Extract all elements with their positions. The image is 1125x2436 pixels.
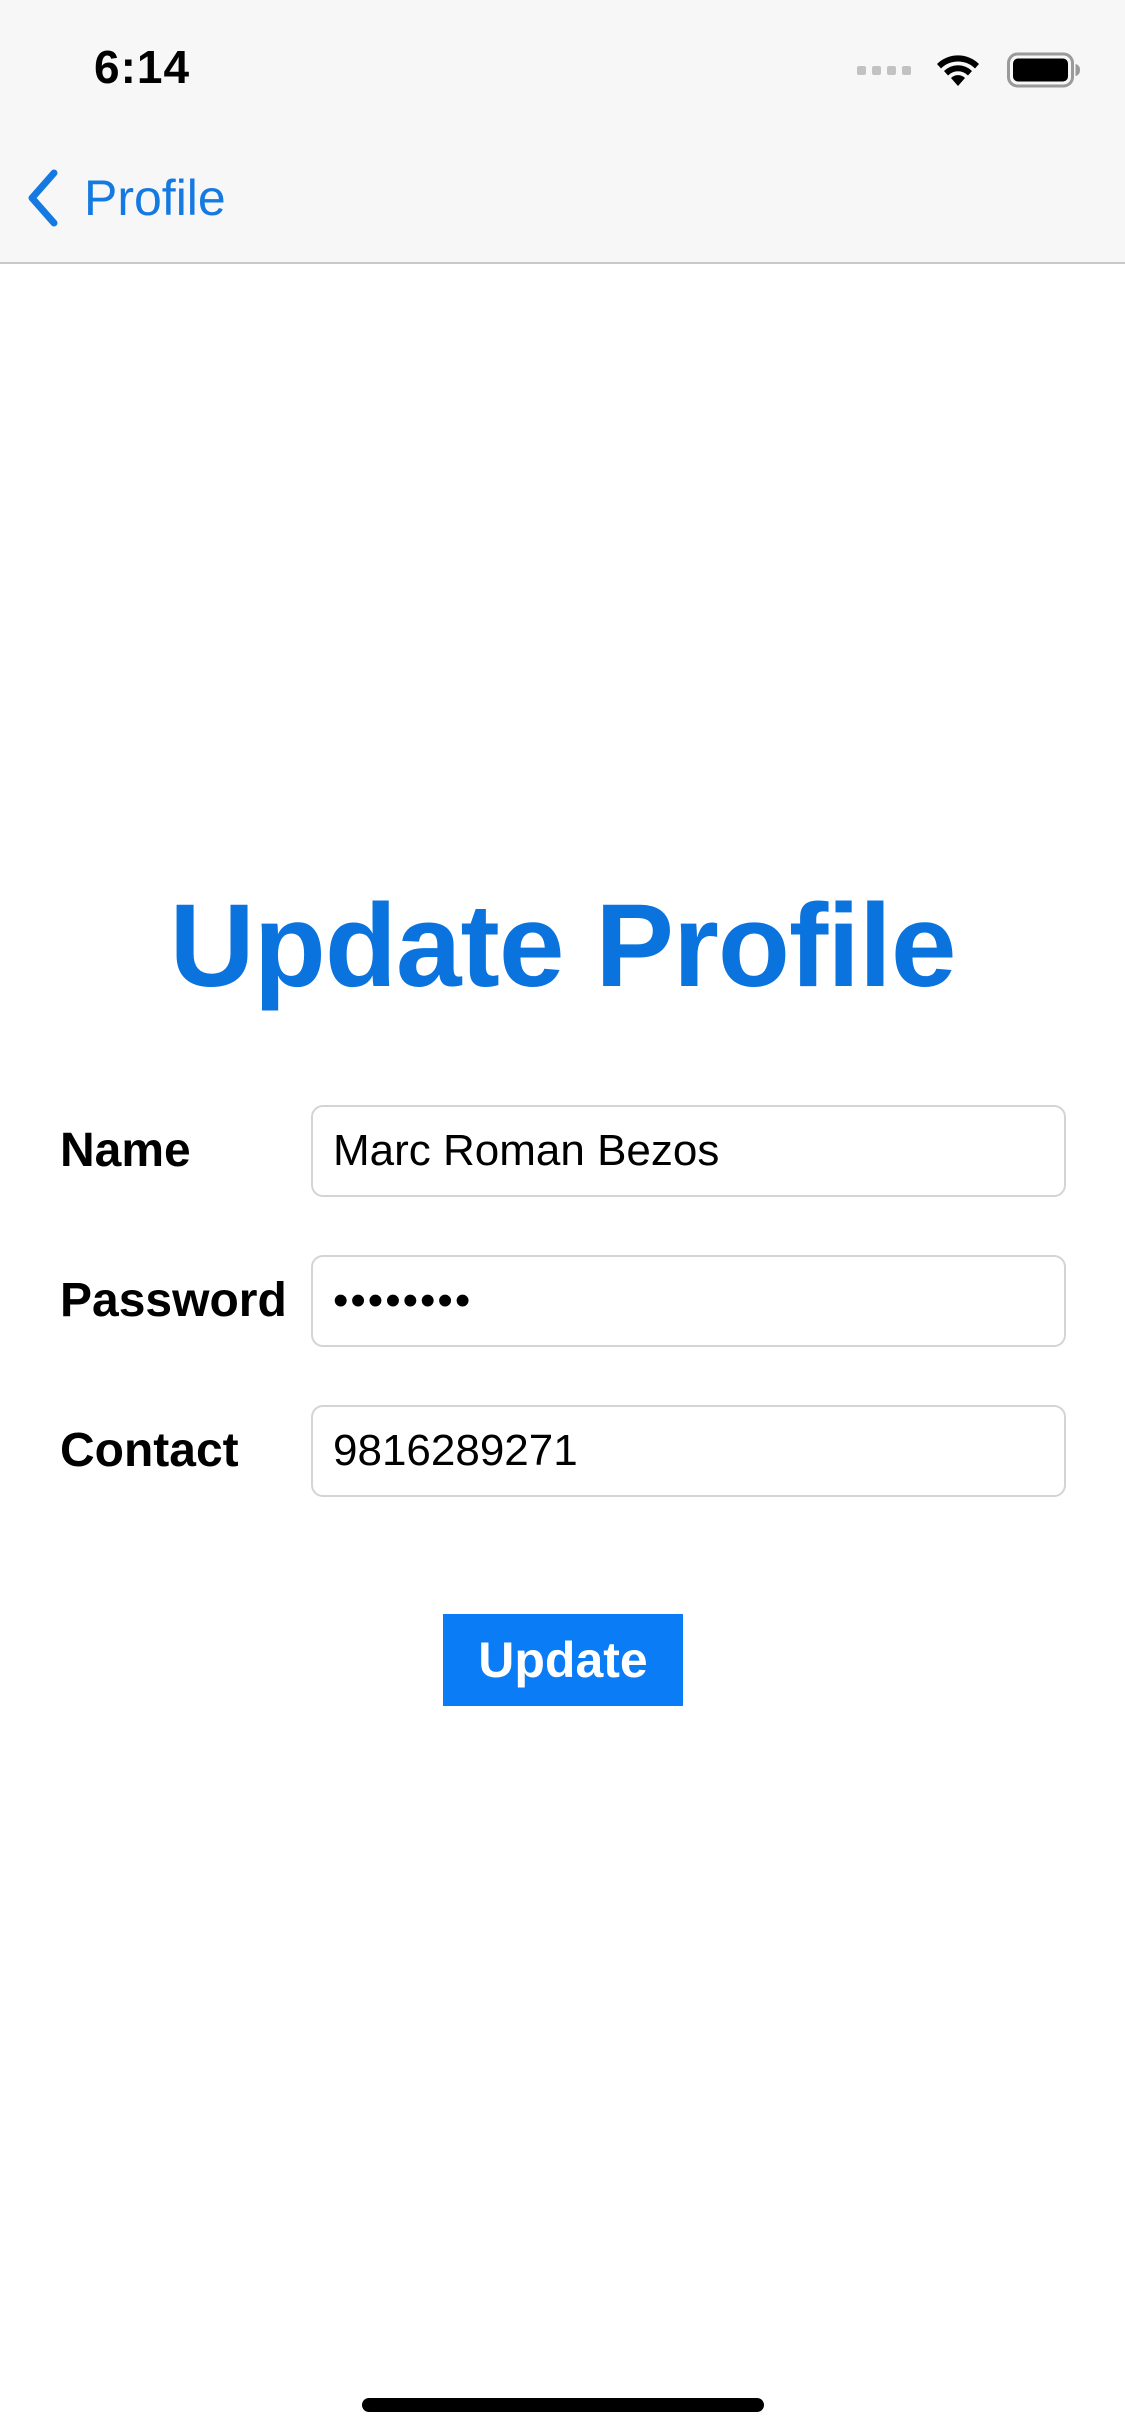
password-field[interactable] <box>311 1255 1066 1347</box>
status-time: 6:14 <box>94 41 191 93</box>
contact-field[interactable] <box>311 1405 1066 1497</box>
password-label: Password <box>60 1274 287 1327</box>
wifi-icon <box>937 55 979 86</box>
status-icons <box>857 50 1081 90</box>
contact-label: Contact <box>60 1424 239 1477</box>
back-button[interactable]: Profile <box>24 162 226 234</box>
navigation-header: 6:14 Profile <box>0 0 1125 264</box>
name-label: Name <box>60 1124 191 1177</box>
update-button[interactable]: Update <box>443 1614 683 1706</box>
contact-row: Contact <box>0 1405 1125 1497</box>
name-row: Name <box>0 1105 1125 1197</box>
password-row: Password <box>0 1255 1125 1347</box>
back-button-label: Profile <box>84 170 226 226</box>
chevron-left-icon <box>28 169 58 227</box>
battery-icon <box>1007 52 1080 88</box>
page-title: Update Profile <box>169 880 957 1012</box>
home-indicator[interactable] <box>362 2398 764 2412</box>
signal-icon <box>857 63 913 77</box>
name-field[interactable] <box>311 1105 1066 1197</box>
